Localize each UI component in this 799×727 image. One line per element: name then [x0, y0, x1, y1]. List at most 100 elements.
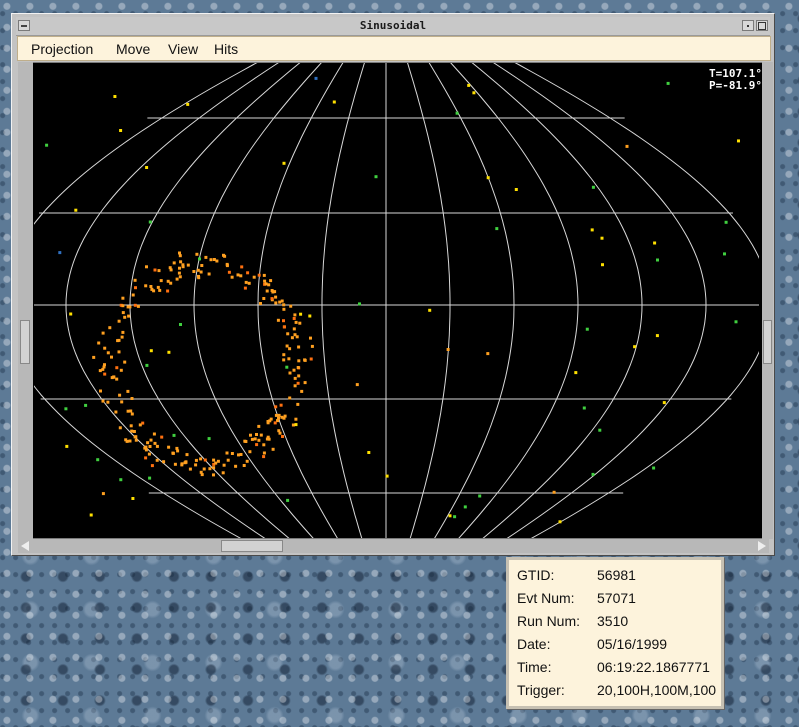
pmt-hit [117, 319, 121, 323]
pmt-hit [240, 265, 244, 269]
pmt-hit [280, 299, 284, 303]
pmt-hit [662, 401, 666, 405]
pmt-hit [216, 459, 220, 463]
pmt-hit [226, 458, 230, 462]
pmt-hit [283, 414, 287, 418]
event-info-panel: GTID: 56981 Evt Num: 57071 Run Num: 3510… [506, 557, 724, 709]
pmt-hit [286, 498, 290, 502]
pmt-hit [101, 331, 105, 335]
pmt-hit [296, 402, 300, 406]
pmt-hit [153, 268, 157, 272]
pmt-hit [200, 473, 204, 477]
evt-num-label: Evt Num: [517, 590, 575, 606]
pmt-hit [65, 444, 69, 448]
pmt-hit [144, 445, 148, 449]
pmt-hit [203, 458, 207, 462]
scroll-right-icon[interactable] [758, 541, 766, 551]
menu-hits[interactable]: Hits [214, 41, 238, 57]
pmt-hit [282, 353, 286, 357]
pmt-hit [292, 327, 296, 331]
pmt-hit [585, 327, 589, 331]
run-num-value: 3510 [597, 613, 629, 629]
pmt-hit [291, 423, 295, 427]
pmt-hit [591, 472, 595, 476]
pmt-hit [655, 334, 659, 338]
pmt-hit [115, 366, 119, 370]
maximize-icon[interactable] [756, 20, 768, 31]
right-scrollbar[interactable] [762, 62, 773, 539]
menu-projection[interactable]: Projection [31, 41, 93, 57]
pmt-hit [147, 452, 151, 456]
pmt-hit [257, 438, 261, 442]
menu-move[interactable]: Move [116, 41, 150, 57]
pmt-hit [633, 345, 637, 349]
minimize-icon[interactable] [742, 20, 754, 31]
pmt-hit [246, 271, 250, 275]
pmt-hit [121, 311, 125, 315]
pmt-hit [144, 448, 148, 452]
pmt-hit [267, 283, 271, 287]
pmt-hit [600, 236, 604, 240]
pmt-hit [185, 453, 189, 457]
pmt-hit [101, 399, 105, 403]
pmt-hit [123, 315, 127, 319]
pmt-hit [262, 297, 266, 300]
pmt-hit [244, 280, 248, 284]
pmt-hit [282, 303, 286, 307]
title-bar[interactable]: Sinusoidal [16, 17, 770, 36]
vertical-scrollbar[interactable] [18, 62, 33, 539]
pmt-hit [294, 423, 298, 427]
pmt-hit [112, 375, 116, 379]
pmt-hit [293, 313, 297, 317]
pmt-hit [204, 255, 208, 259]
pmt-hit [166, 289, 170, 293]
pmt-hit [106, 351, 110, 355]
pmt-hit [123, 360, 127, 364]
right-scroll-thumb[interactable] [763, 320, 772, 364]
pmt-hit [134, 286, 137, 290]
pmt-hit [178, 254, 182, 258]
time-value: 06:19:22.1867771 [597, 659, 710, 675]
pmt-hit [132, 430, 136, 433]
sinusoidal-projection-canvas[interactable] [34, 63, 759, 539]
pmt-hit [285, 365, 289, 369]
pmt-hit [282, 358, 286, 362]
pmt-hit [282, 307, 286, 311]
horizontal-scroll-thumb[interactable] [221, 540, 283, 552]
pmt-hit [126, 389, 130, 393]
pmt-hit [666, 81, 670, 85]
pmt-hit [293, 333, 297, 337]
pmt-hit [127, 314, 131, 318]
pmt-hit [274, 301, 278, 305]
pmt-hit [157, 269, 161, 273]
pmt-hit [279, 403, 283, 407]
pmt-hit [247, 281, 251, 285]
pmt-hit [297, 374, 301, 378]
pmt-hit [472, 91, 476, 95]
pmt-hit [145, 166, 149, 169]
menu-view[interactable]: View [168, 41, 198, 57]
pmt-hit [309, 357, 313, 361]
pmt-hit [236, 273, 240, 277]
pmt-hit [590, 228, 594, 232]
pmt-hit [188, 467, 192, 471]
vertical-scroll-thumb[interactable] [20, 320, 30, 364]
projection-plot[interactable]: T=107.1° P=-81.9° [18, 62, 769, 539]
pmt-hit [270, 297, 274, 301]
scroll-left-icon[interactable] [21, 541, 29, 551]
horizontal-scrollbar[interactable] [18, 539, 769, 553]
pmt-hit [215, 259, 219, 263]
pmt-hit [119, 129, 123, 132]
trigger-label: Trigger: [517, 682, 565, 698]
pmt-hit [257, 273, 261, 277]
pmt-hit [287, 357, 291, 361]
pmt-hit [179, 260, 183, 264]
pmt-hit [131, 497, 135, 500]
pmt-hit [292, 317, 296, 320]
pmt-hit [214, 461, 218, 465]
pmt-hit [133, 278, 137, 282]
pmt-hit [167, 445, 171, 449]
pmt-hit [478, 494, 482, 498]
pmt-hit [58, 251, 62, 255]
pmt-hit [212, 466, 216, 470]
